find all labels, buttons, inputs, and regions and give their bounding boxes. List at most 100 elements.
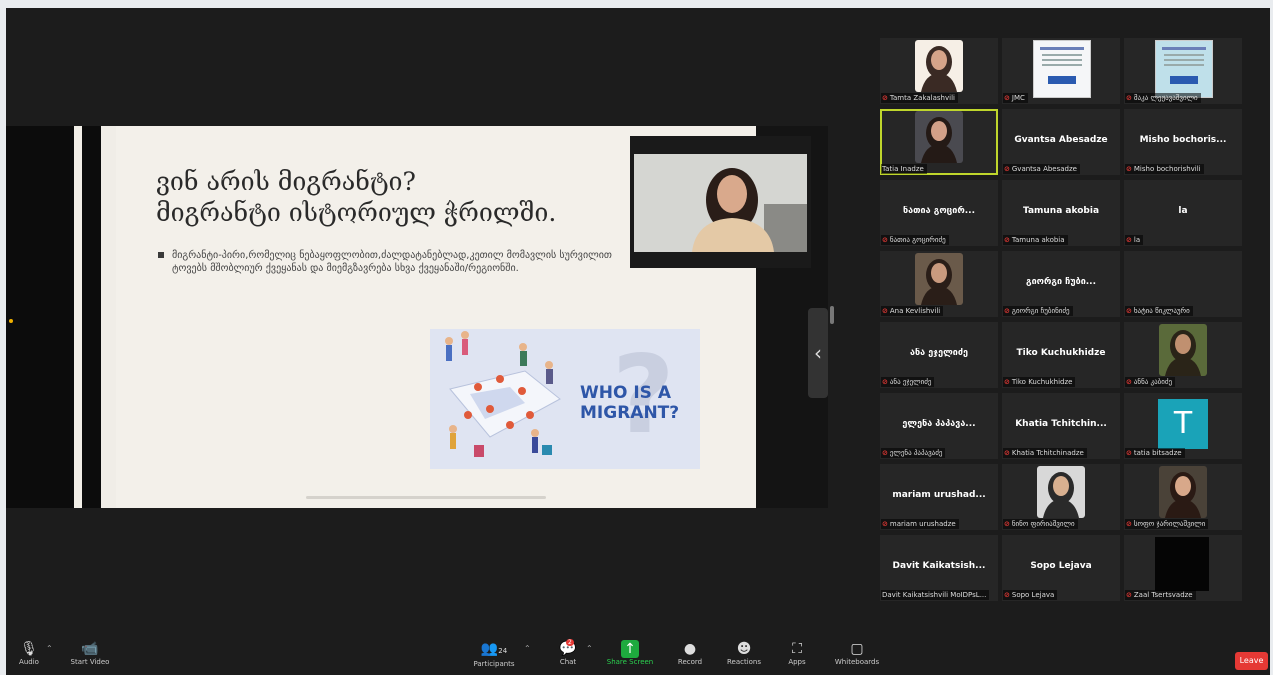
participant-tile[interactable]: ელენა პაპავა... ⊘ ელენა პაპავაძე xyxy=(880,393,998,459)
participant-name: Gvantsa Abesadze xyxy=(1011,165,1077,173)
participant-video xyxy=(915,253,963,305)
participant-tile[interactable]: mariam urushad... ⊘ mariam urushadze xyxy=(880,464,998,530)
participant-tile[interactable]: ნათია გოცირ... ⊘ ნათია გოცირიძე xyxy=(880,180,998,246)
participant-tile[interactable]: ⊘ Zaal Tsertsvadze xyxy=(1124,535,1242,601)
participant-name: ელენა პაპავაძე xyxy=(889,449,943,457)
participant-video xyxy=(1159,324,1207,376)
participant-tile[interactable]: Davit Kaikatsish... Davit Kaikatsishvili … xyxy=(880,535,998,601)
participant-name-label: ⊘ Khatia Tchitchinadze xyxy=(1003,448,1087,458)
chat-options-caret[interactable]: ⌃ xyxy=(586,644,593,653)
participant-tile[interactable]: ⊘ JMC xyxy=(1002,38,1120,104)
whiteboards-button[interactable]: ▢ Whiteboards xyxy=(832,640,882,666)
participant-video xyxy=(915,111,963,163)
slide-scrollbar[interactable] xyxy=(306,496,546,499)
participant-name: Tamuna akobia xyxy=(1011,236,1065,244)
participant-video xyxy=(915,40,963,92)
participant-name-label: ⊘ გიორგი ჩუბინიძე xyxy=(1003,306,1073,316)
participant-tile[interactable]: T ⊘ tatia bitsadze xyxy=(1124,393,1242,459)
reactions-icon: ☻ xyxy=(736,641,752,657)
participant-name: Davit Kaikatsishvili MoIDPsL... xyxy=(882,591,987,599)
participant-display-name: mariam urushad... xyxy=(892,490,986,500)
participant-display-name: Khatia Tchitchin... xyxy=(1015,419,1107,429)
who-is-a-migrant-illustration: ? WHO IS A MIGRANT? xyxy=(430,329,700,469)
mic-muted-icon: ⊘ xyxy=(1004,165,1010,173)
leave-button[interactable]: Leave xyxy=(1235,652,1268,670)
participant-name: Zaal Tsertsvadze xyxy=(1133,591,1193,599)
apps-button[interactable]: ⛶ Apps xyxy=(784,640,810,666)
participant-name-label: ⊘ tatia bitsadze xyxy=(1125,448,1185,458)
participants-button[interactable]: 👥24 Participants xyxy=(472,640,516,668)
participant-display-name: გიორგი ჩუბი... xyxy=(1025,277,1097,287)
pointer-dot xyxy=(9,319,13,323)
participant-name-label: ⊘ Zaal Tsertsvadze xyxy=(1125,590,1196,600)
participant-tile[interactable]: ანა ეჯელიძე ⊘ ანა ეჯელიძე xyxy=(880,322,998,388)
share-screen-button[interactable]: ↑ Share Screen xyxy=(604,640,656,666)
participant-name: tatia bitsadze xyxy=(1133,449,1182,457)
reactions-button[interactable]: ☻ Reactions xyxy=(724,640,764,666)
participant-video xyxy=(1037,466,1085,518)
participant-tile[interactable]: Gvantsa Abesadze ⊘ Gvantsa Abesadze xyxy=(1002,109,1120,175)
participant-tile[interactable]: ⊘ ნინო ფირიაშვილი xyxy=(1002,464,1120,530)
mic-muted-icon: ⊘ xyxy=(882,520,888,528)
participant-video xyxy=(1159,466,1207,518)
participant-name: Tamta Zakalashvili xyxy=(889,94,955,102)
participant-name: სოფო ჯარილაშვილი xyxy=(1133,520,1206,528)
participant-tile[interactable]: ⊘ ხატია წიკლაური xyxy=(1124,251,1242,317)
mic-muted-icon: ⊘ xyxy=(1004,307,1010,315)
slide-title-line: მიგრანტი ისტორიულ ჭრილში. xyxy=(156,198,557,227)
participant-tile[interactable]: ⊘ Tamta Zakalashvili xyxy=(880,38,998,104)
participant-tile[interactable]: ⊘ ანნა კაბიძე xyxy=(1124,322,1242,388)
mic-muted-icon: ⊘ xyxy=(1126,94,1132,102)
participant-display-name: Gvantsa Abesadze xyxy=(1014,135,1108,145)
participant-tile[interactable]: Sopo Lejava ⊘ Sopo Lejava xyxy=(1002,535,1120,601)
microphone-muted-icon: 🎙 xyxy=(20,641,38,657)
participant-tile[interactable]: Tatia Inadze xyxy=(880,109,998,175)
participant-tile[interactable]: ⊘ Ana Kevlishvili xyxy=(880,251,998,317)
map-illustration xyxy=(445,331,561,457)
audio-options-caret[interactable]: ⌃ xyxy=(46,644,53,653)
audio-button[interactable]: 🎙 Audio xyxy=(16,640,42,666)
participant-name-label: ⊘ ნინო ფირიაშვილი xyxy=(1003,519,1078,529)
participant-tile[interactable]: la ⊘ la xyxy=(1124,180,1242,246)
apps-label: Apps xyxy=(788,658,806,666)
slide-edge-stripe xyxy=(74,126,82,508)
participants-options-caret[interactable]: ⌃ xyxy=(524,644,531,653)
participant-name-label: ⊘ Tamuna akobia xyxy=(1003,235,1068,245)
participant-name-label: ⊘ სოფო ჯარილაშვილი xyxy=(1125,519,1209,529)
participant-name: მაკა ლეჟავაშვილი xyxy=(1133,94,1198,102)
participant-tile[interactable]: Tiko Kuchukhidze ⊘ Tiko Kuchukhidze xyxy=(1002,322,1120,388)
participant-display-name: la xyxy=(1178,206,1188,216)
zoom-meeting-window: ვინ არის მიგრანტი? მიგრანტი ისტორიულ ჭრი… xyxy=(6,8,1270,675)
mic-muted-icon: ⊘ xyxy=(882,236,888,244)
art-text-line: WHO IS A xyxy=(580,383,671,403)
share-screen-label: Share Screen xyxy=(606,658,654,666)
slide-title-line: ვინ არის მიგრანტი? xyxy=(156,167,416,196)
slide-title: ვინ არის მიგრანტი? მიგრანტი ისტორიულ ჭრი… xyxy=(156,166,556,228)
participant-name: Misho bochorishvili xyxy=(1133,165,1201,173)
slide-edge-stripe xyxy=(101,126,116,508)
participant-name: Ana Kevlishvili xyxy=(889,307,941,315)
collapse-panel-button[interactable]: ‹ xyxy=(808,308,828,398)
record-icon: ● xyxy=(683,641,697,657)
participant-tile[interactable]: Tamuna akobia ⊘ Tamuna akobia xyxy=(1002,180,1120,246)
start-video-button[interactable]: 📹 Start Video xyxy=(68,640,112,666)
participant-tile[interactable]: ⊘ მაკა ლეჟავაშვილი xyxy=(1124,38,1242,104)
start-video-label: Start Video xyxy=(70,658,110,666)
participant-name: გიორგი ჩუბინიძე xyxy=(1011,307,1070,315)
participant-name-label: ⊘ Sopo Lejava xyxy=(1003,590,1058,600)
record-button[interactable]: ● Record xyxy=(674,640,706,666)
participant-name: ანნა კაბიძე xyxy=(1133,378,1173,386)
participant-tile[interactable]: ⊘ სოფო ჯარილაშვილი xyxy=(1124,464,1242,530)
participant-tile[interactable]: გიორგი ჩუბი... ⊘ გიორგი ჩუბინიძე xyxy=(1002,251,1120,317)
video-off-icon: 📹 xyxy=(81,641,99,657)
participant-name: Khatia Tchitchinadze xyxy=(1011,449,1084,457)
participant-name-label: ⊘ Misho bochorishvili xyxy=(1125,164,1204,174)
participant-name-label: ⊘ la xyxy=(1125,235,1144,245)
resize-handle[interactable] xyxy=(830,306,834,324)
participant-name-label: ⊘ Tamta Zakalashvili xyxy=(881,93,958,103)
chat-button[interactable]: 💬 2 Chat xyxy=(556,639,580,666)
slide-bullet: მიგრანტი-პირი,რომელიც ნებაყოფლობით,ძალდა… xyxy=(158,250,612,274)
speaker-video-tile[interactable] xyxy=(630,136,811,268)
participant-tile[interactable]: Misho bochoris... ⊘ Misho bochorishvili xyxy=(1124,109,1242,175)
participant-tile[interactable]: Khatia Tchitchin... ⊘ Khatia Tchitchinadze xyxy=(1002,393,1120,459)
